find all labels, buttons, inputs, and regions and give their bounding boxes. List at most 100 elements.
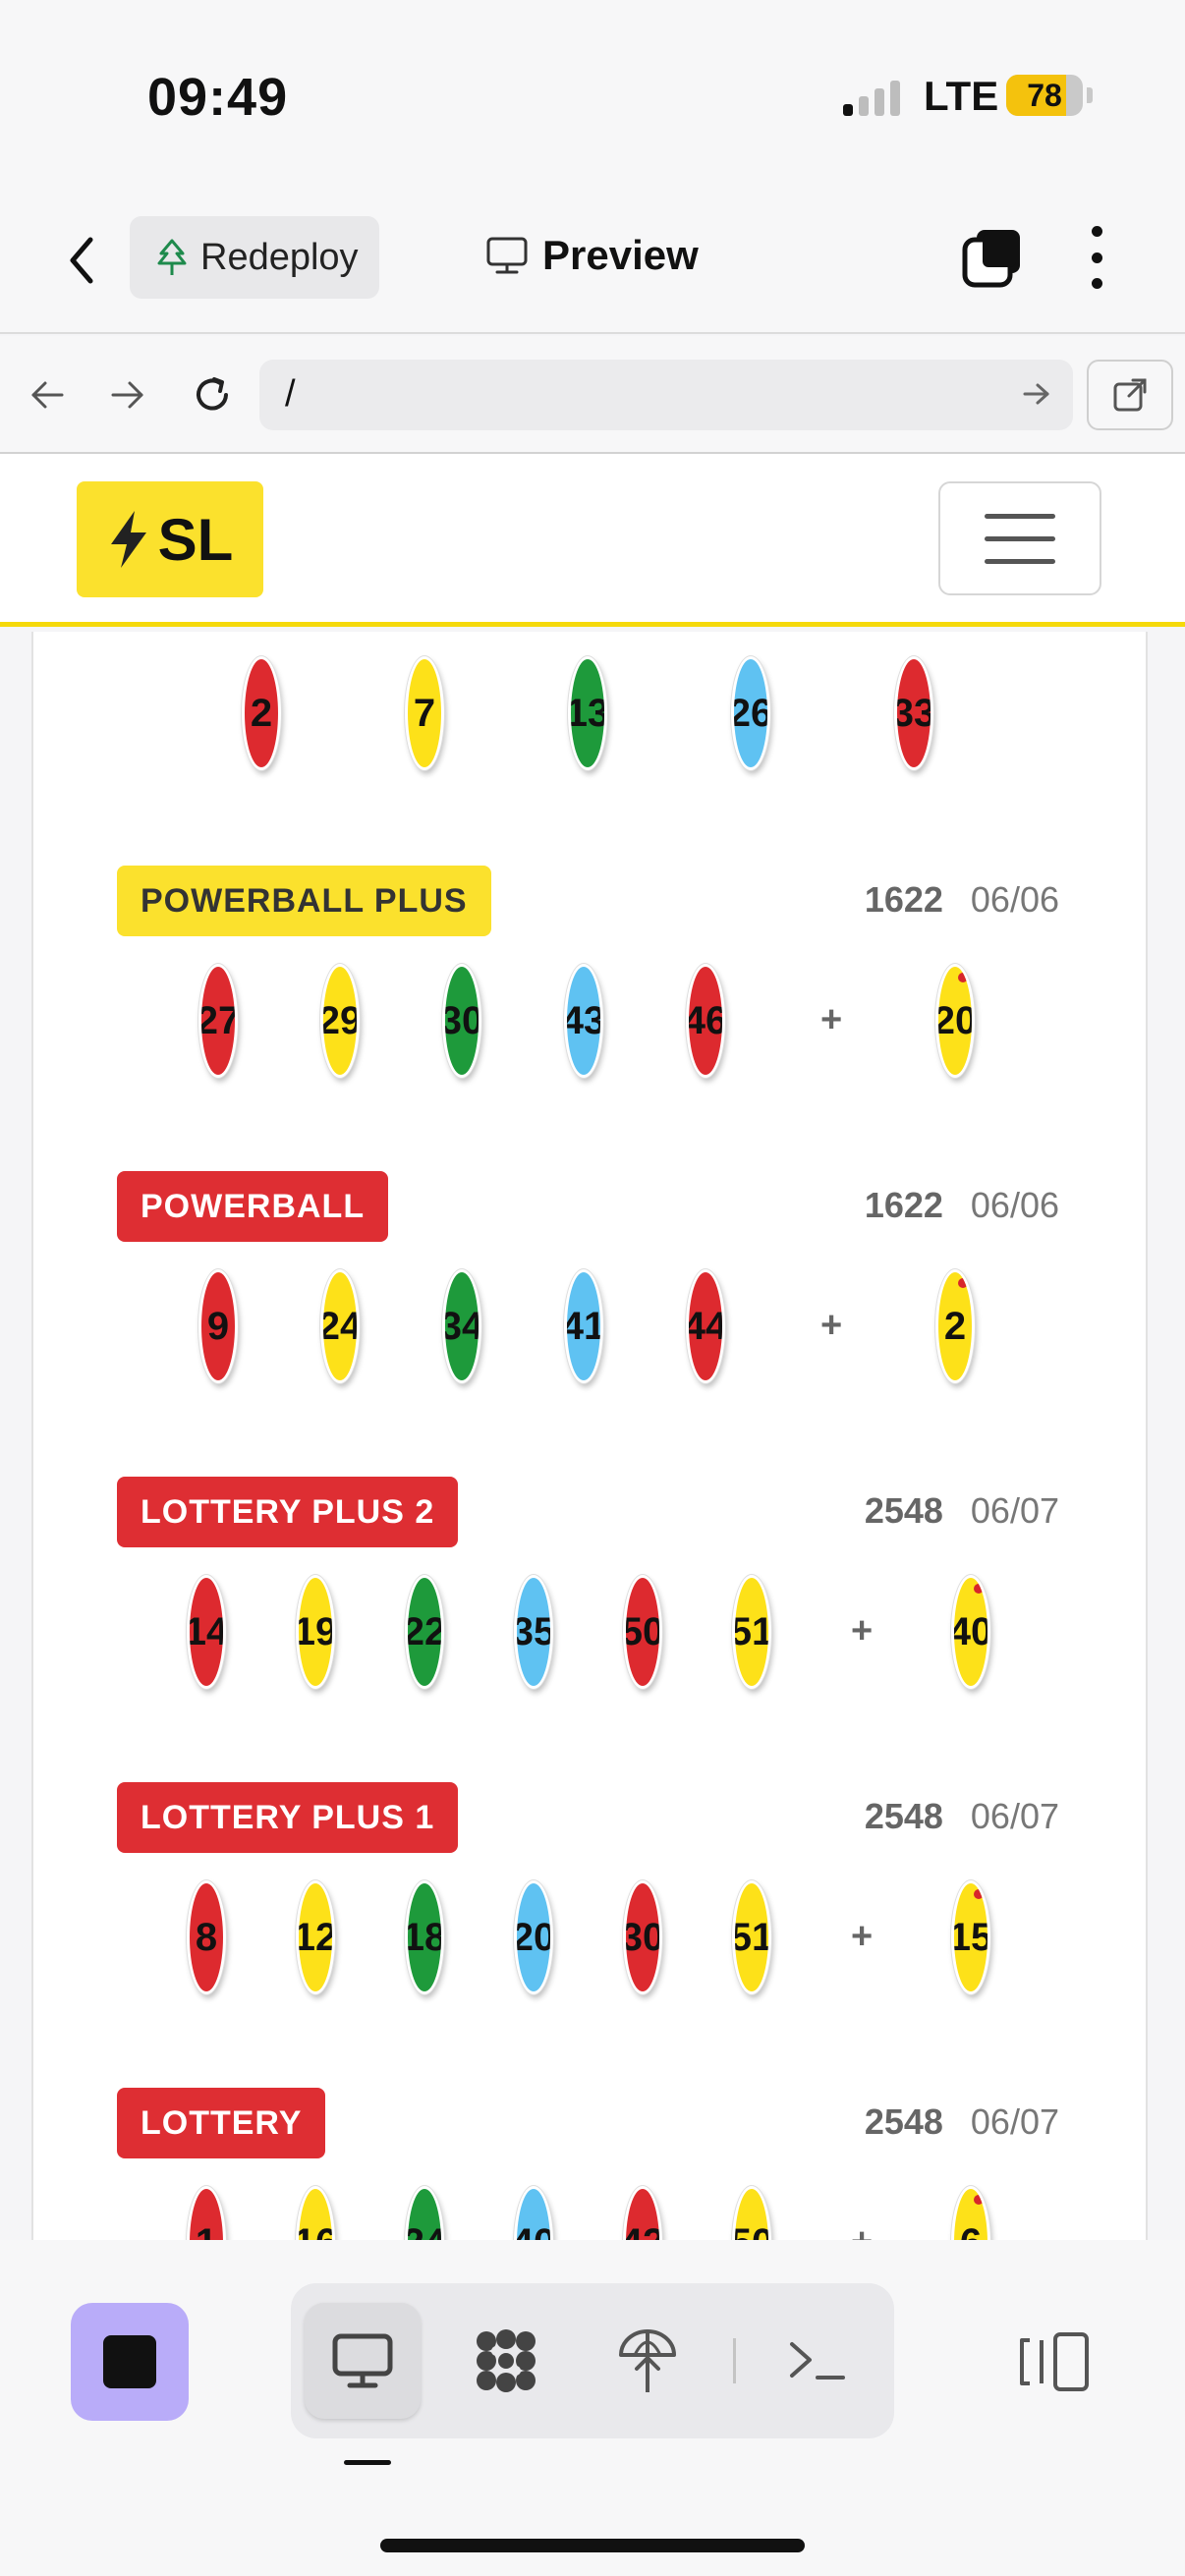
ball-number: 18 [408,1916,441,1960]
draw-date: 06/07 [970,1796,1059,1836]
stop-button[interactable] [71,2303,189,2421]
address-bar: / [0,336,1185,454]
status-bar: 09:49 LTE 78 [0,0,1185,187]
ball-number: 2 [943,1304,967,1348]
lottery-ball: 29 [320,964,360,1078]
lottery-ball: 2 [242,656,281,770]
battery-icon: 78 [1006,75,1083,116]
redeploy-label: Redeploy [200,236,359,278]
bolt-icon [110,511,146,568]
ball-number: 20 [938,999,972,1043]
ball-number: 24 [408,2221,441,2241]
game-tag[interactable]: LOTTERY PLUS 1 [117,1782,459,1853]
ball-number: 26 [734,692,767,736]
terminal-icon[interactable] [759,2303,875,2419]
bonus-ball: 40 [951,1575,990,1689]
stop-icon [103,2335,156,2388]
app-bar: Redeploy Preview [0,187,1185,334]
lottery-ball: 22 [405,1575,444,1689]
ball-number: 7 [413,691,436,735]
url-field[interactable]: / [259,360,1073,430]
monitor-icon [486,237,528,274]
redeploy-button[interactable]: Redeploy [130,216,379,299]
site-logo[interactable]: SL [77,481,263,597]
lottery-ball: 30 [442,964,481,1078]
bonus-ball: 2 [935,1269,975,1383]
ball-number: 12 [299,1916,332,1960]
ball-number: 1 [196,2221,217,2241]
ball-number: 50 [735,2221,768,2241]
ball-number: 41 [567,1305,600,1349]
desktop-icon[interactable] [305,2303,421,2419]
home-indicator [380,2539,805,2552]
lottery-ball: 50 [623,1575,662,1689]
network-icon[interactable] [448,2303,564,2419]
lottery-ball: 18 [405,1880,444,1994]
draw-date: 06/07 [970,2101,1059,2142]
logo-text: SL [157,506,234,573]
lottery-ball: 7 [405,656,444,770]
game-tag[interactable]: LOTTERY PLUS 2 [117,1477,459,1547]
ball-number: 14 [190,1610,223,1654]
arrow-left-icon[interactable] [20,367,75,422]
plus-sign: + [820,999,843,1040]
battery-tip [1087,87,1093,103]
draw-meta: 2548 06/07 [865,1490,1059,1532]
ball-number: 22 [408,1610,441,1654]
reload-icon[interactable] [185,367,240,422]
lottery-ball: 8 [187,1880,226,1994]
ball-number: 15 [954,1916,988,1960]
lottery-ball: 44 [686,1269,725,1383]
url-text: / [285,373,296,415]
lottery-ball: 14 [187,1575,226,1689]
tree-icon [157,239,187,275]
game-tag[interactable]: POWERBALL [117,1171,389,1242]
game-tag[interactable]: POWERBALL PLUS [117,866,491,936]
ball-number: 27 [201,999,235,1043]
ball-number: 40 [517,2221,550,2241]
plus-sign: + [851,1916,874,1957]
external-link-icon[interactable] [1087,360,1173,430]
ball-number: 51 [735,1916,768,1960]
go-icon[interactable] [1022,379,1051,409]
preview-title[interactable]: Preview [485,232,699,279]
plus-sign: + [851,1610,874,1652]
more-icon[interactable] [1079,226,1114,289]
lottery-ball: 43 [564,964,603,1078]
plus-sign: + [820,1305,843,1346]
ball-number: 30 [626,1916,659,1960]
view-switcher [291,2283,894,2438]
lottery-ball: 27 [198,964,238,1078]
ball-number: 33 [897,692,931,736]
panel-icon[interactable] [1018,2330,1093,2393]
draw-date: 06/07 [970,1490,1059,1531]
ball-number: 29 [323,999,357,1043]
lottery-ball: 26 [731,656,770,770]
lottery-ball: 34 [442,1269,481,1383]
ball-number: 35 [517,1610,550,1654]
hamburger-icon[interactable] [938,481,1101,595]
ball-number: 20 [517,1916,550,1960]
ball-number: 30 [445,999,479,1043]
draw-number: 2548 [864,1796,943,1836]
lottery-ball: 20 [514,1880,553,1994]
game-tag[interactable]: LOTTERY [117,2088,326,2158]
ball-number: 51 [735,1610,768,1654]
lottery-ball: 9 [198,1269,238,1383]
deploy-icon[interactable] [590,2303,705,2419]
network-label: LTE [924,73,999,119]
signal-icon [843,79,900,116]
lottery-ball: 41 [564,1269,603,1383]
ball-number: 40 [954,1610,988,1654]
lottery-ball: 33 [894,656,933,770]
draw-number: 2548 [864,1490,943,1531]
draw-meta: 2548 06/07 [865,1796,1059,1837]
ball-number: 13 [571,692,604,736]
back-icon[interactable] [57,226,106,295]
arrow-right-icon[interactable] [100,367,155,422]
ball-number: 19 [299,1610,332,1654]
lottery-ball: 35 [514,1575,553,1689]
segment-divider [733,2338,736,2383]
bonus-ball: 15 [951,1880,990,1994]
tabs-icon[interactable] [961,226,1024,289]
